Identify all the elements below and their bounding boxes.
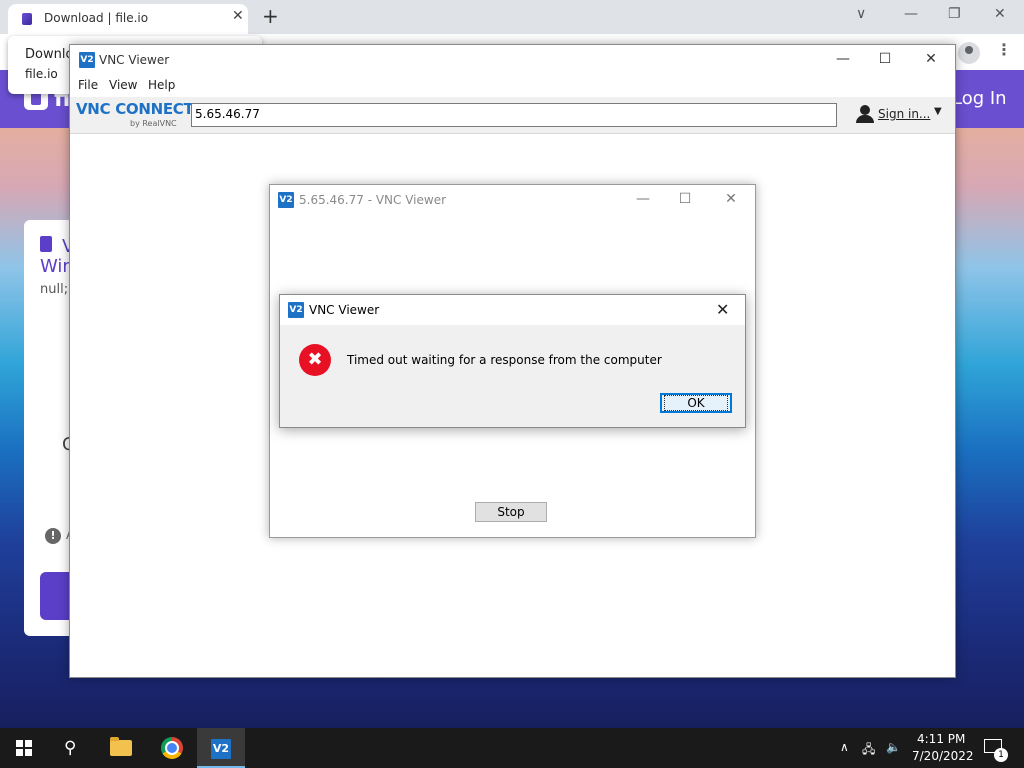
vnc-logo-icon: V2: [288, 302, 304, 318]
vnc-viewer-taskbar-button[interactable]: V2: [197, 728, 245, 768]
connection-window-title: 5.65.46.77 - VNC Viewer: [299, 193, 447, 207]
search-icon: ⚲: [64, 738, 77, 758]
vnc-logo-icon: V2: [278, 192, 294, 208]
browser-restore-button[interactable]: ❐: [948, 6, 961, 22]
login-link[interactable]: Log In: [952, 88, 1007, 109]
close-button[interactable]: ✕: [716, 191, 746, 207]
ok-button-label: OK: [664, 395, 728, 411]
search-button[interactable]: ⚲: [48, 728, 96, 768]
menu-help[interactable]: Help: [148, 78, 175, 92]
windows-logo-icon: [16, 740, 32, 756]
vnc-logo-icon: V2: [79, 52, 95, 68]
clock-date[interactable]: 7/20/2022: [912, 749, 974, 763]
tab-search-chevron-icon[interactable]: ∨: [856, 6, 866, 22]
file-icon: [40, 236, 52, 252]
close-button[interactable]: ✕: [916, 51, 946, 67]
tray-chevron-icon[interactable]: ∧: [840, 740, 849, 754]
info-icon: !: [45, 528, 61, 544]
sign-in-link[interactable]: Sign in...: [878, 107, 930, 121]
close-icon[interactable]: ✕: [716, 300, 729, 319]
user-icon[interactable]: [856, 105, 874, 123]
error-message: Timed out waiting for a response from th…: [347, 353, 662, 367]
browser-menu-icon[interactable]: ⋮: [996, 40, 1012, 59]
start-button[interactable]: [0, 728, 48, 768]
network-icon[interactable]: 🖧: [862, 740, 875, 761]
notification-badge: 1: [994, 748, 1008, 762]
clock-time[interactable]: 4:11 PM: [917, 732, 965, 746]
profile-avatar-icon[interactable]: [958, 42, 980, 64]
minimize-button[interactable]: —: [628, 191, 658, 207]
volume-icon[interactable]: 🔈: [886, 740, 901, 754]
error-dialog-title: VNC Viewer: [309, 303, 380, 317]
error-icon: ✖: [299, 344, 331, 376]
file-explorer-button[interactable]: [98, 728, 146, 768]
ok-button[interactable]: OK: [660, 393, 732, 413]
chrome-icon: [161, 737, 183, 759]
maximize-button[interactable]: ☐: [870, 51, 900, 67]
maximize-button[interactable]: ☐: [670, 191, 700, 207]
hover-card-title: Downlo: [25, 47, 74, 62]
menu-bar: File View Help: [70, 75, 955, 97]
error-dialog: V2 VNC Viewer ✕ ✖ Timed out waiting for …: [279, 294, 746, 428]
address-bar[interactable]: [191, 103, 837, 127]
error-dialog-titlebar[interactable]: V2 VNC Viewer ✕: [280, 295, 745, 325]
browser-close-button[interactable]: ✕: [994, 6, 1006, 22]
vnc-connect-brand: VNC CONNECT: [76, 100, 194, 118]
hover-card-domain: file.io: [25, 67, 58, 81]
taskbar: ⚲ V2 ∧ 🖧 🔈 4:11 PM 7/20/2022 1: [0, 728, 1024, 768]
browser-tab-strip: Download | file.io ✕ + ∨ — ❐ ✕: [0, 0, 1024, 34]
menu-view[interactable]: View: [109, 78, 137, 92]
folder-icon: [110, 737, 132, 756]
new-tab-button[interactable]: +: [262, 4, 279, 28]
vnc-logo-icon: V2: [211, 739, 231, 759]
stop-button[interactable]: Stop: [475, 502, 547, 522]
window-title: VNC Viewer: [99, 53, 170, 67]
browser-minimize-button[interactable]: —: [904, 6, 918, 22]
browser-tab[interactable]: Download | file.io ✕: [8, 4, 248, 34]
brand-subtitle: by RealVNC: [130, 119, 177, 128]
card-meta: null;: [40, 282, 69, 297]
menu-file[interactable]: File: [78, 78, 98, 92]
vnc-titlebar[interactable]: V2 VNC Viewer — ☐ ✕: [70, 45, 955, 75]
fileio-favicon-icon: [22, 13, 32, 25]
tab-close-icon[interactable]: ✕: [232, 8, 244, 24]
address-input[interactable]: [195, 107, 825, 121]
browser-tab-title: Download | file.io: [44, 11, 149, 25]
chrome-button[interactable]: [148, 728, 196, 768]
vnc-toolbar: VNC CONNECT by RealVNC Sign in... ▼: [70, 97, 955, 134]
minimize-button[interactable]: —: [828, 51, 858, 67]
connection-titlebar[interactable]: V2 5.65.46.77 - VNC Viewer — ☐ ✕: [270, 185, 755, 215]
chevron-down-icon[interactable]: ▼: [934, 106, 942, 117]
